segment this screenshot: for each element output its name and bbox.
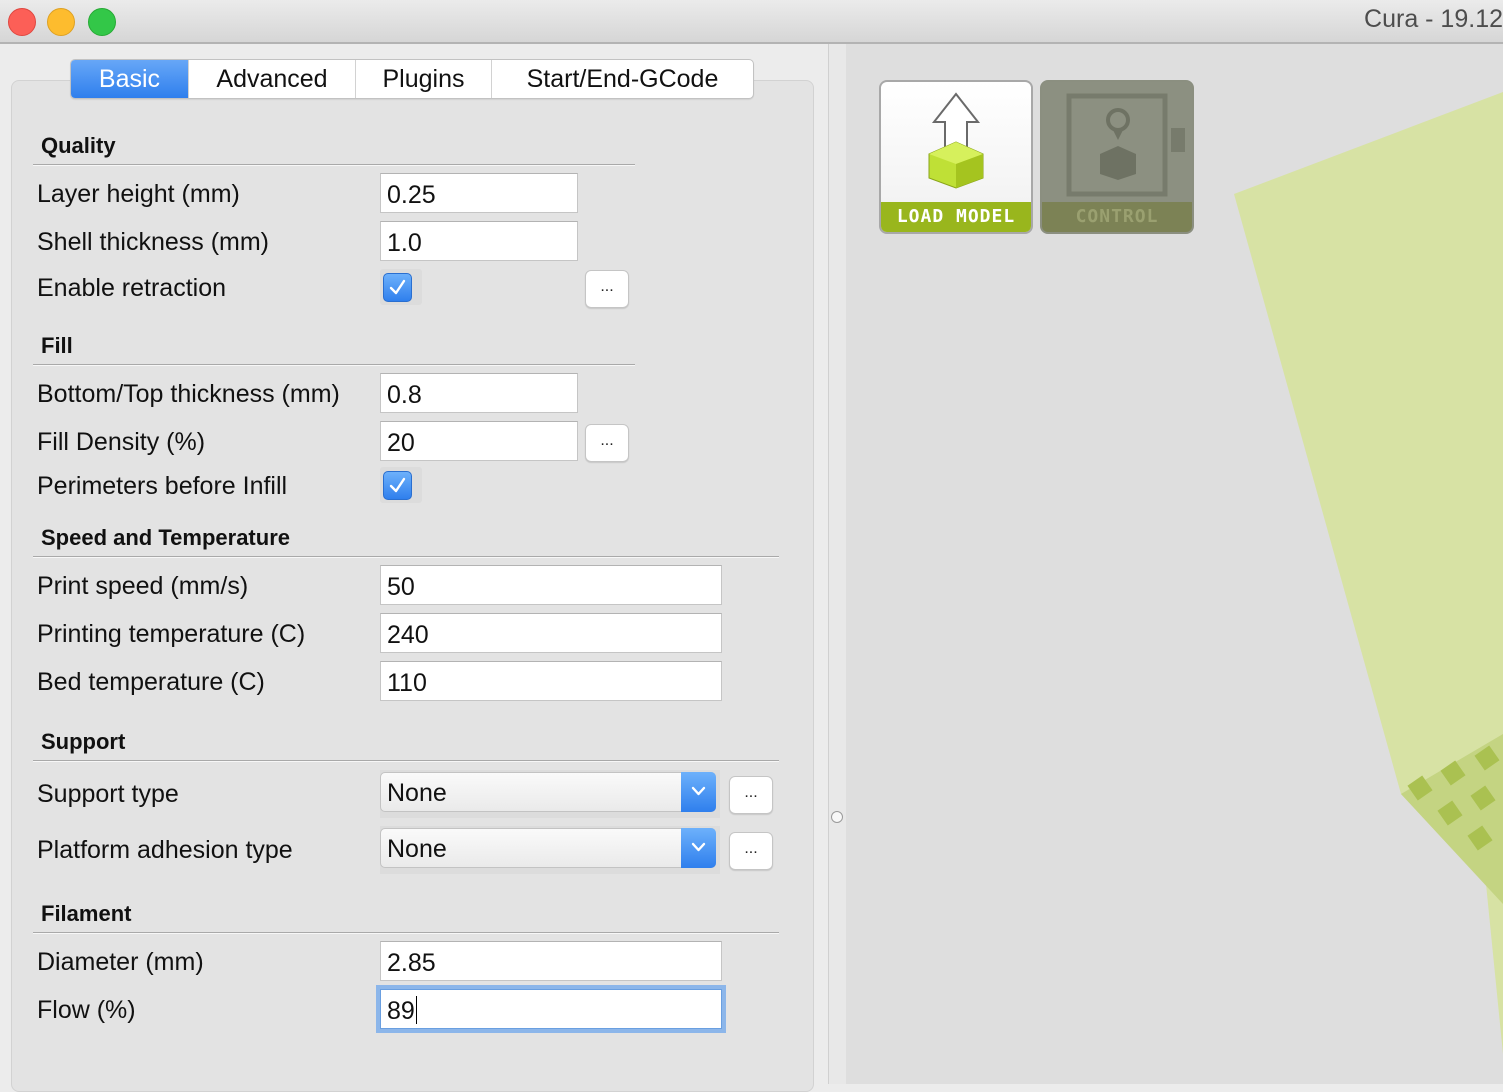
control-label: CONTROL	[1042, 202, 1192, 232]
control-button[interactable]: CONTROL	[1040, 80, 1194, 234]
retraction-settings-button[interactable]: ...	[585, 270, 629, 308]
support-settings-button[interactable]: ...	[729, 776, 773, 814]
layer-height-label: Layer height (mm)	[37, 180, 240, 208]
section-header-fill: Fill	[41, 333, 73, 358]
section-header-quality: Quality	[41, 133, 116, 158]
support-type-label: Support type	[37, 780, 179, 808]
section-divider	[33, 556, 779, 558]
support-type-select[interactable]: None	[380, 772, 716, 812]
load-model-label: LOAD MODEL	[881, 202, 1031, 232]
perimeters-checkbox-area	[380, 467, 422, 503]
diameter-input[interactable]: 2.85	[380, 941, 722, 981]
title-bar: Cura - 19.12	[0, 0, 1503, 44]
print-speed-input[interactable]: 50	[380, 565, 722, 605]
window-title: Cura - 19.12	[1364, 5, 1503, 33]
perimeters-before-infill-checkbox[interactable]	[383, 471, 412, 500]
tab-start-end-gcode[interactable]: Start/End-GCode	[492, 60, 753, 98]
pane-splitter[interactable]	[828, 44, 846, 1084]
bottom-top-thickness-input[interactable]: 0.8	[380, 373, 578, 413]
text-caret	[415, 996, 417, 1024]
flow-label: Flow (%)	[37, 996, 136, 1024]
chevron-down-icon[interactable]	[681, 772, 716, 812]
load-model-icon	[928, 92, 984, 189]
section-divider	[33, 932, 779, 934]
enable-retraction-checkbox-area	[380, 269, 422, 305]
perimeters-before-infill-label: Perimeters before Infill	[37, 472, 288, 500]
printing-temperature-label: Printing temperature (C)	[37, 620, 306, 648]
fill-density-label: Fill Density (%)	[37, 428, 206, 456]
support-type-select-area: None	[380, 770, 720, 818]
enable-retraction-checkbox[interactable]	[383, 273, 412, 302]
enable-retraction-label: Enable retraction	[37, 274, 227, 302]
fill-density-input[interactable]: 20	[380, 421, 578, 461]
diameter-label: Diameter (mm)	[37, 948, 204, 976]
checkmark-icon	[389, 279, 406, 295]
support-type-value: None	[387, 779, 447, 807]
settings-tabs: Basic Advanced Plugins Start/End-GCode	[70, 59, 754, 99]
shell-thickness-label: Shell thickness (mm)	[37, 228, 269, 256]
tab-advanced[interactable]: Advanced	[189, 60, 356, 98]
chevron-down-icon[interactable]	[681, 828, 716, 868]
checkmark-icon	[389, 477, 406, 493]
platform-adhesion-value: None	[387, 835, 447, 863]
section-divider	[33, 364, 635, 366]
3d-viewport[interactable]: LOAD MODEL CONTROL	[846, 44, 1503, 1084]
section-header-support: Support	[41, 729, 126, 754]
fill-density-settings-button[interactable]: ...	[585, 424, 629, 462]
section-divider	[33, 760, 779, 762]
bed-temperature-input[interactable]: 110	[380, 661, 722, 701]
bottom-top-thickness-label: Bottom/Top thickness (mm)	[37, 380, 340, 408]
close-window-button[interactable]	[8, 8, 36, 36]
splitter-handle[interactable]	[831, 811, 843, 823]
tab-basic[interactable]: Basic	[71, 60, 189, 98]
adhesion-settings-button[interactable]: ...	[729, 832, 773, 870]
printing-temperature-input[interactable]: 240	[380, 613, 722, 653]
section-header-speed-temperature: Speed and Temperature	[41, 525, 290, 550]
section-divider	[33, 164, 635, 166]
section-header-filament: Filament	[41, 901, 132, 926]
printer-control-icon	[1066, 93, 1185, 197]
shell-thickness-input[interactable]: 1.0	[380, 221, 578, 261]
layer-height-input[interactable]: 0.25	[380, 173, 578, 213]
tab-plugins[interactable]: Plugins	[356, 60, 492, 98]
flow-input-value: 89	[387, 997, 415, 1025]
platform-adhesion-select[interactable]: None	[380, 828, 716, 868]
bed-temperature-label: Bed temperature (C)	[37, 668, 265, 696]
platform-adhesion-select-area: None	[380, 826, 720, 874]
print-speed-label: Print speed (mm/s)	[37, 572, 249, 600]
maximize-window-button[interactable]	[88, 8, 116, 36]
platform-adhesion-label: Platform adhesion type	[37, 836, 293, 864]
flow-input[interactable]: 89	[376, 985, 726, 1033]
minimize-window-button[interactable]	[47, 8, 75, 36]
load-model-button[interactable]: LOAD MODEL	[879, 80, 1033, 234]
